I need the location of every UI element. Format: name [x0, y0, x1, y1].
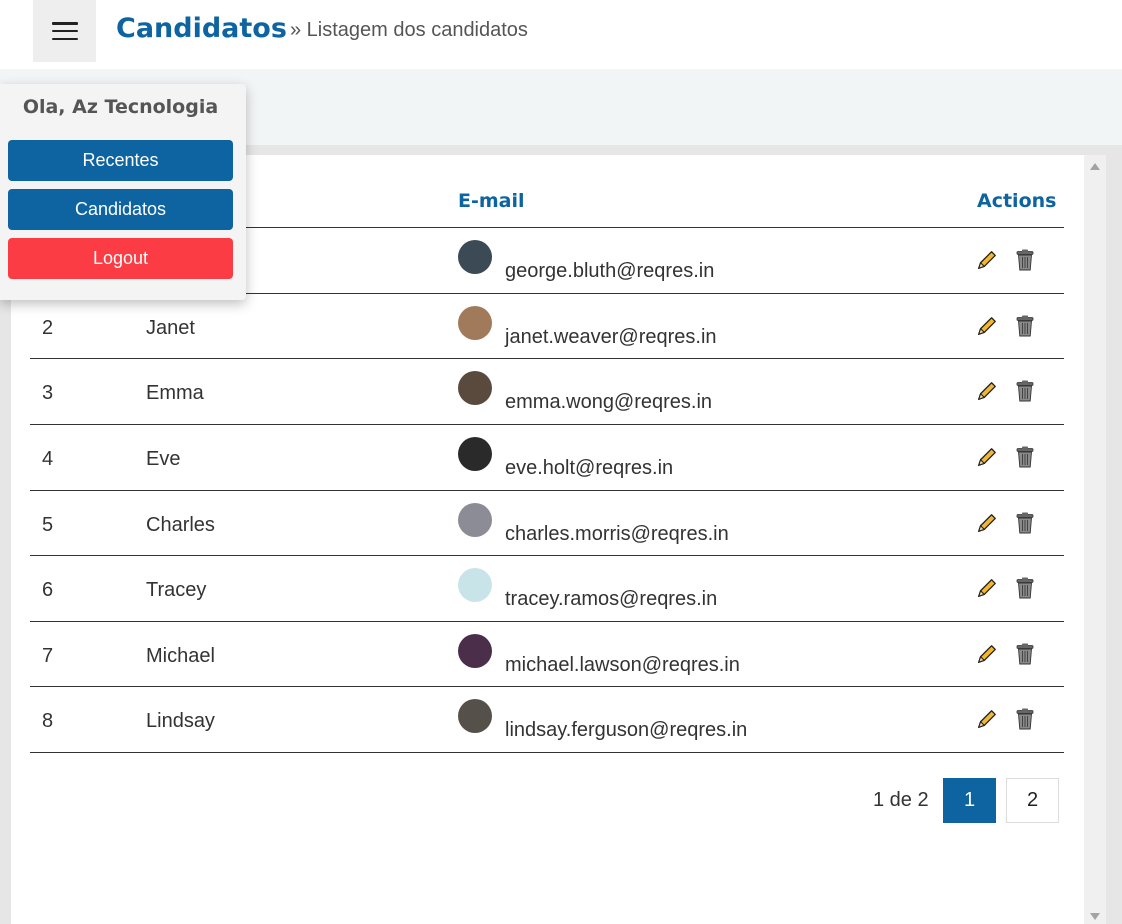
table-row: 2 Janet janet.weaver@reqres.in — [30, 294, 1064, 359]
user-greeting: Ola, Az Tecnologia — [22, 96, 219, 118]
trash-icon[interactable] — [1015, 249, 1035, 271]
table-row: 6 Tracey tracey.ramos@reqres.in — [30, 556, 1064, 621]
avatar — [458, 371, 492, 405]
row-name: Emma — [146, 382, 204, 404]
pencil-icon[interactable] — [976, 643, 998, 665]
row-name: Janet — [146, 317, 195, 339]
row-id: 7 — [42, 645, 54, 667]
row-divider — [30, 752, 1064, 753]
row-email: tracey.ramos@reqres.in — [505, 588, 718, 610]
pencil-icon[interactable] — [976, 380, 998, 402]
column-header-actions: Actions — [977, 190, 1057, 212]
pencil-icon[interactable] — [976, 249, 998, 271]
menu-toggle-button[interactable] — [33, 0, 96, 62]
column-header-email: E-mail — [458, 190, 525, 212]
row-name: Eve — [146, 448, 181, 470]
trash-icon[interactable] — [1015, 446, 1035, 468]
table-row: 5 Charles charles.morris@reqres.in — [30, 491, 1064, 556]
trash-icon[interactable] — [1015, 380, 1035, 402]
avatar — [458, 437, 492, 471]
scroll-down-arrow[interactable] — [1090, 913, 1100, 920]
pencil-icon[interactable] — [976, 315, 998, 337]
trash-icon[interactable] — [1015, 315, 1035, 337]
row-name: Tracey — [146, 579, 207, 601]
candidatos-button[interactable]: Candidatos — [8, 189, 233, 230]
row-email: eve.holt@reqres.in — [505, 457, 674, 479]
trash-icon[interactable] — [1015, 577, 1035, 599]
pencil-icon[interactable] — [976, 446, 998, 468]
table-row: 8 Lindsay lindsay.ferguson@reqres.in — [30, 687, 1064, 752]
row-id: 6 — [42, 579, 54, 601]
avatar — [458, 699, 492, 733]
trash-icon[interactable] — [1015, 708, 1035, 730]
pagination-info: 1 de 2 — [873, 789, 929, 811]
row-email: michael.lawson@reqres.in — [505, 654, 740, 676]
table-row: 4 Eve eve.holt@reqres.in — [30, 425, 1064, 490]
row-name: Michael — [146, 645, 215, 667]
row-id: 3 — [42, 382, 54, 404]
pencil-icon[interactable] — [976, 577, 998, 599]
top-bar: Candidatos » Listagem dos candidatos — [0, 0, 1122, 69]
user-menu: Ola, Az Tecnologia Recentes Candidatos L… — [0, 84, 246, 300]
avatar — [458, 503, 492, 537]
page-button-2[interactable]: 2 — [1006, 778, 1059, 823]
avatar — [458, 240, 492, 274]
row-id: 5 — [42, 514, 54, 536]
trash-icon[interactable] — [1015, 512, 1035, 534]
logout-button[interactable]: Logout — [8, 238, 233, 279]
row-id: 2 — [42, 317, 54, 339]
row-id: 4 — [42, 448, 54, 470]
page-button-1[interactable]: 1 — [943, 778, 996, 823]
pencil-icon[interactable] — [976, 708, 998, 730]
row-name: Lindsay — [146, 710, 215, 732]
row-id: 8 — [42, 710, 54, 732]
avatar — [458, 306, 492, 340]
table-row: 7 Michael michael.lawson@reqres.in — [30, 622, 1064, 687]
row-email: lindsay.ferguson@reqres.in — [505, 719, 748, 741]
pencil-icon[interactable] — [976, 512, 998, 534]
recentes-button[interactable]: Recentes — [8, 140, 233, 181]
row-email: charles.morris@reqres.in — [505, 523, 729, 545]
menu-icon — [51, 22, 78, 40]
row-email: emma.wong@reqres.in — [505, 391, 713, 413]
avatar — [458, 634, 492, 668]
breadcrumb: » Listagem dos candidatos — [290, 19, 528, 41]
scroll-up-arrow[interactable] — [1090, 163, 1100, 170]
page-title: Candidatos — [116, 13, 287, 44]
avatar — [458, 568, 492, 602]
table-row: 3 Emma emma.wong@reqres.in — [30, 359, 1064, 424]
vertical-scrollbar[interactable] — [1084, 155, 1106, 924]
row-email: janet.weaver@reqres.in — [505, 326, 717, 348]
trash-icon[interactable] — [1015, 643, 1035, 665]
row-name: Charles — [146, 514, 215, 536]
row-email: george.bluth@reqres.in — [505, 260, 715, 282]
